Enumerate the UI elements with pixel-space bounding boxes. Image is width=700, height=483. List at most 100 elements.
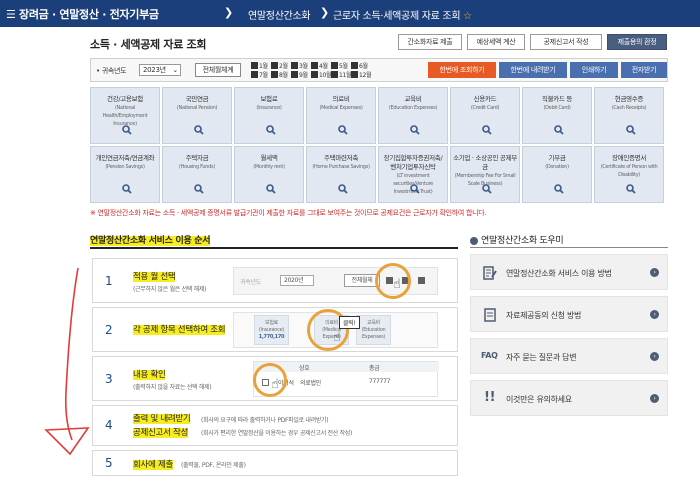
submit-data-button[interactable]: 간소화자료 제출 — [398, 34, 462, 50]
query-all-button[interactable]: 한번에 조회하기 — [428, 62, 496, 78]
hamburger-icon[interactable]: ☰ — [6, 8, 16, 21]
step-3: 3 내용 확인 (출력하지 않을 자료는 선택 해제) 상호 총금 이영석 의료법… — [92, 356, 458, 401]
month-checkbox[interactable] — [351, 71, 358, 78]
card-title: 주택자금 — [185, 154, 209, 162]
step-label: 내용 확인 — [133, 370, 166, 380]
pointer-hand-icon: ☝ — [333, 330, 341, 345]
submission-check-button[interactable]: 제출용의 환정 — [607, 34, 667, 50]
notice-text: ※ 연말정산간소화 자료는 소득 · 세액공제 증명서류 발급기관이 제출한 자… — [90, 209, 487, 217]
month-checkbox[interactable] — [331, 62, 338, 69]
month-checkbox[interactable] — [271, 62, 278, 69]
deduction-card[interactable]: 보험료 (Insurance) — [234, 87, 304, 144]
card-title: 직불카드 등 — [541, 95, 573, 103]
month-label: 4월 — [319, 63, 328, 70]
highlight-ring — [253, 363, 287, 397]
step-label-2: 공제신고서 작성 — [133, 428, 189, 438]
exclamation-icon: !! — [484, 390, 496, 405]
deduction-card[interactable]: 직불카드 등 (Debit Card) — [522, 87, 592, 144]
card-title: 현금영수증 — [614, 95, 644, 103]
help-item-label: 이것만은 유의하세요 — [506, 395, 572, 404]
help-item-faq[interactable]: FAQ 자주 묻는 질문과 답변 › — [470, 338, 668, 374]
print-button[interactable]: 인쇄하기 — [570, 62, 618, 78]
search-icon — [410, 125, 420, 135]
search-icon — [482, 184, 492, 194]
faq-icon: FAQ — [481, 351, 498, 360]
search-icon — [482, 125, 492, 135]
document-edit-icon — [483, 266, 497, 280]
card-title: 건강/고용보험 — [107, 95, 143, 103]
deduction-card[interactable]: 신용카드 (Credit Card) — [450, 87, 520, 144]
pointer-hand-icon: ☝ — [393, 277, 401, 292]
deduction-card[interactable]: 기부금 (Donation) — [522, 146, 592, 203]
help-item-usage[interactable]: 연말정산간소화 서비스 이용 방법 › — [470, 254, 668, 290]
step-label: 각 공제 항목 선택하여 조회 — [133, 325, 226, 335]
card-subtitle: (Housing Funds) — [178, 164, 216, 170]
chevron-down-icon: ⌄ — [172, 66, 178, 74]
month-checkbox[interactable] — [291, 62, 298, 69]
year-select[interactable]: 2023년 ⌄ — [139, 64, 181, 76]
tax-estimate-button[interactable]: 예상세액 계산 — [467, 34, 525, 50]
step-5: 5 회사에 제출 (출력물, PDF, 온라인 제출) — [92, 450, 458, 476]
chevron-right-icon: › — [650, 352, 659, 361]
document-icon — [484, 308, 496, 322]
deduction-card[interactable]: 주택자금 (Housing Funds) — [162, 146, 232, 203]
deduction-card[interactable]: 의료비 (Medical Expenses) — [306, 87, 376, 144]
card-subtitle: (Education Expenses) — [388, 105, 438, 111]
month-checkbox[interactable] — [331, 71, 338, 78]
preview-card-insurance: 보험료 (Insurance) 1,770,170 — [254, 315, 289, 345]
step-number: 5 — [105, 456, 113, 470]
month-checkbox[interactable] — [251, 71, 258, 78]
month-label: 12월 — [359, 72, 372, 79]
search-icon — [122, 184, 132, 194]
card-title: 개인연금저축/연금계좌 — [95, 154, 155, 162]
help-item-caution[interactable]: !! 이것만은 유의하세요 › — [470, 380, 668, 416]
month-checkbox[interactable] — [311, 62, 318, 69]
deduction-card[interactable]: 교육비 (Education Expenses) — [378, 87, 448, 144]
breadcrumb-item[interactable]: 연말정산간소화 — [248, 7, 311, 22]
deduction-card[interactable]: 장기집합투자증권저축/벤처기업투자신탁 (LT investment securi… — [378, 146, 448, 203]
step-number: 4 — [105, 418, 113, 432]
month-label: 8월 — [279, 72, 288, 79]
chevron-right-icon: › — [650, 394, 659, 403]
deduction-card[interactable]: 현금영수증 (Cash Receipts) — [594, 87, 664, 144]
step-1: 1 적용 월 선택 (근무하지 않은 월은 선택 해제) 귀속년도 2020년 … — [92, 258, 458, 303]
month-checkbox[interactable] — [291, 71, 298, 78]
year-label: • 귀속년도 — [96, 67, 127, 75]
help-item-consent[interactable]: 자료제공동의 신청 방법 › — [470, 296, 668, 332]
month-checkbox[interactable] — [251, 62, 258, 69]
select-all-months-button[interactable]: 전체월체계 — [195, 63, 241, 77]
preview-checkbox — [418, 277, 425, 284]
search-icon — [338, 184, 348, 194]
month-checkbox[interactable] — [271, 71, 278, 78]
deduction-card[interactable]: 건강/고용보험 (National Health/Employment Insur… — [90, 87, 160, 144]
deduction-form-button[interactable]: 공제신고서 작성 — [530, 34, 602, 50]
search-icon — [626, 184, 636, 194]
search-icon — [410, 184, 420, 194]
step-number: 1 — [105, 274, 113, 288]
deduction-card[interactable]: 국민연금 (National Pension) — [162, 87, 232, 144]
search-icon — [338, 125, 348, 135]
download-all-button[interactable]: 한번에 내려받기 — [499, 62, 567, 78]
search-icon — [122, 125, 132, 135]
card-title: 국민연금 — [185, 95, 209, 103]
e-receive-button[interactable]: 전자받기 — [621, 62, 667, 78]
deduction-card[interactable]: 소기업 · 소상공인 공제부금 (Membership Fee For Small… — [450, 146, 520, 203]
section-title: 연말정산간소화 서비스 이용 순서 — [90, 236, 211, 246]
month-checkbox[interactable] — [351, 62, 358, 69]
month-checkbox[interactable] — [311, 71, 318, 78]
step-number: 2 — [105, 323, 113, 337]
step-label: 적용 월 선택 — [133, 272, 176, 282]
breadcrumb-category[interactable]: 장려금 · 연말정산 · 전자기부금 — [19, 6, 159, 22]
card-subtitle: (Medical Expenses) — [319, 105, 363, 111]
deduction-card[interactable]: 개인연금저축/연금계좌 (Pension Savings) — [90, 146, 160, 203]
deduction-card[interactable]: 장애인증명서 (Certificate of Person with Disabi… — [594, 146, 664, 203]
deduction-card[interactable]: 주택마련저축 (Home Purchase Savings) — [306, 146, 376, 203]
page-title: 소득 · 세액공제 자료 조회 — [90, 38, 207, 51]
month-label: 7월 — [259, 72, 268, 79]
chevron-right-icon: ❯ — [224, 6, 233, 19]
help-divider — [470, 247, 668, 248]
card-subtitle: (Donation) — [545, 164, 569, 170]
search-icon — [194, 184, 204, 194]
star-icon[interactable]: ☆ — [463, 11, 472, 22]
deduction-card[interactable]: 월세액 (Monthly rent) — [234, 146, 304, 203]
